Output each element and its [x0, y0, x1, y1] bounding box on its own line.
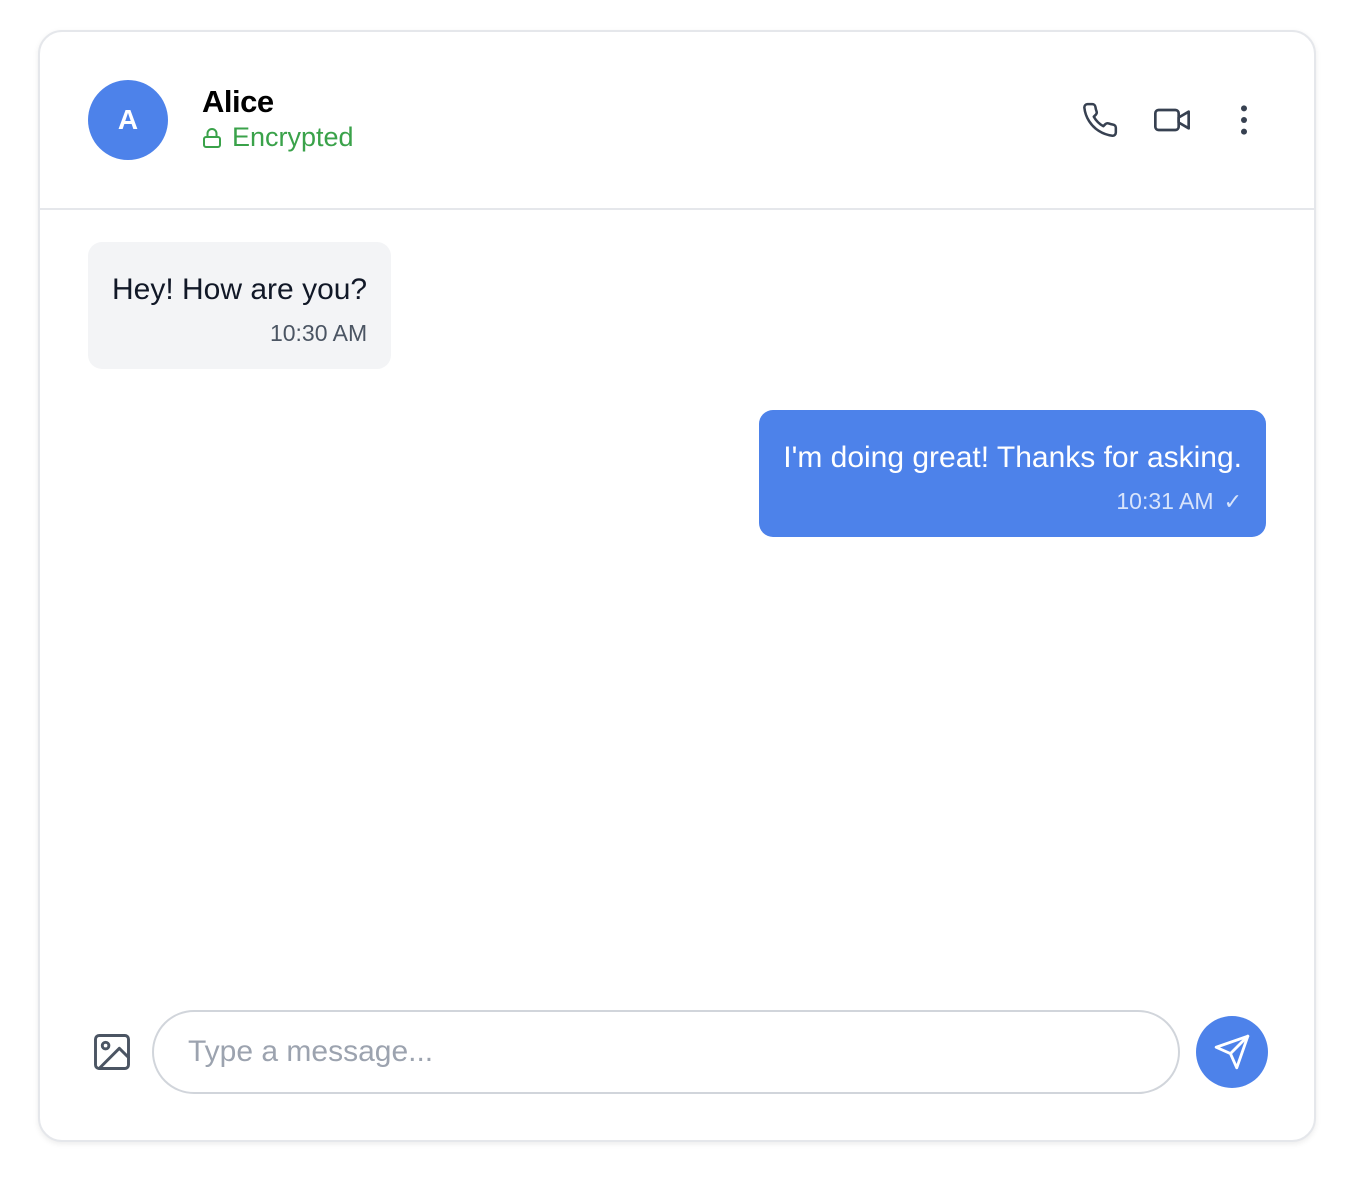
message-list[interactable]: Hey! How are you? 10:30 AM I'm doing gre… [40, 212, 1314, 972]
send-button[interactable] [1196, 1016, 1268, 1088]
chat-header: A Alice Encrypted [40, 32, 1314, 210]
lock-icon [203, 127, 221, 148]
message-text: Hey! How are you? [112, 273, 368, 306]
video-call-button[interactable] [1150, 98, 1194, 142]
more-options-button[interactable] [1222, 98, 1266, 142]
chat-window: A Alice Encrypted Hey! How are you? 10:3… [38, 30, 1316, 1142]
message-composer [40, 1010, 1314, 1094]
video-icon [1154, 108, 1190, 132]
message-text: I'm doing great! Thanks for asking. [783, 441, 1242, 474]
message-bubble-outgoing[interactable]: I'm doing great! Thanks for asking. 10:3… [759, 410, 1266, 537]
header-actions [1078, 98, 1266, 142]
message-meta: 10:30 AM [112, 320, 367, 347]
phone-icon [1083, 102, 1118, 137]
message-meta: 10:31 AM ✓ [783, 488, 1242, 515]
phone-call-button[interactable] [1078, 98, 1122, 142]
contact-name[interactable]: Alice [202, 84, 274, 120]
message-timestamp: 10:31 AM [1116, 488, 1214, 514]
message-timestamp: 10:30 AM [269, 320, 368, 346]
more-vertical-icon [1241, 105, 1247, 135]
attach-image-button[interactable] [88, 1028, 136, 1076]
check-icon: ✓ [1223, 488, 1242, 514]
message-bubble-incoming[interactable]: Hey! How are you? 10:30 AM [88, 242, 392, 369]
avatar[interactable]: A [88, 80, 168, 160]
send-icon [1214, 1034, 1250, 1070]
encryption-status: Encrypted [202, 122, 354, 153]
message-input[interactable] [152, 1010, 1180, 1094]
status-label: Encrypted [232, 122, 354, 152]
image-icon [94, 1034, 130, 1070]
